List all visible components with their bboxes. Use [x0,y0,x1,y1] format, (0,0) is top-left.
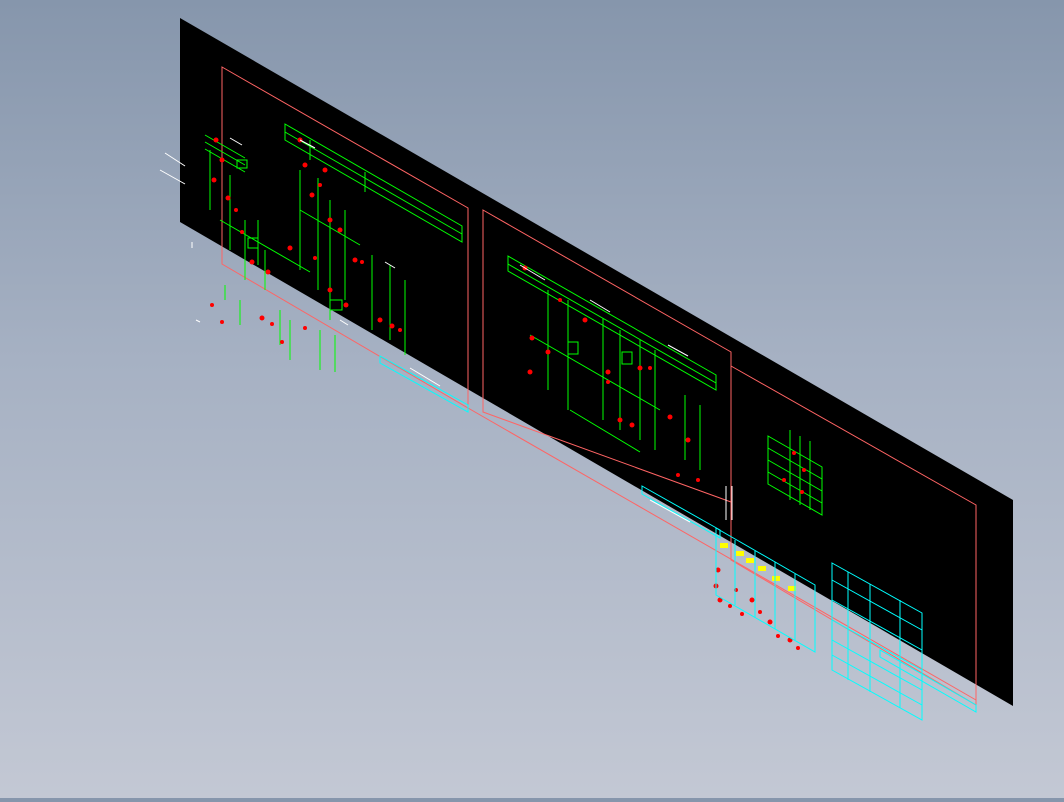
drawing-sheet [180,18,1013,706]
cad-drawing-canvas[interactable] [0,0,1064,798]
cad-viewport[interactable] [0,0,1064,798]
